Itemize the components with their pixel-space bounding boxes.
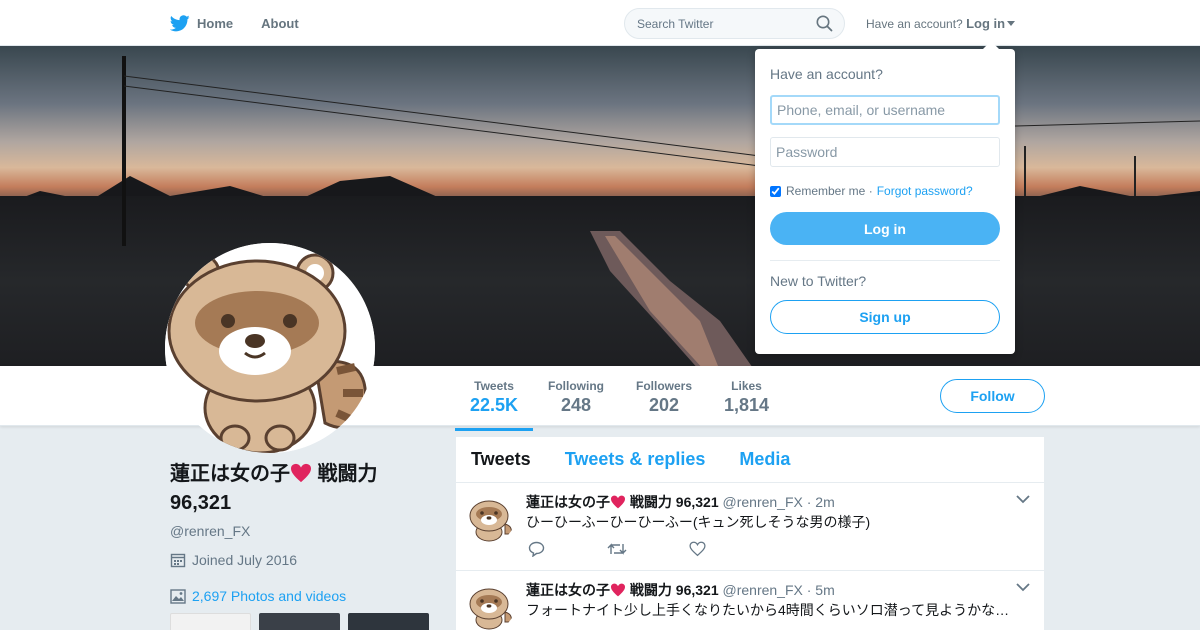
tweet-handle[interactable]: @renren_FX xyxy=(723,494,803,510)
caret-down-icon xyxy=(1007,21,1016,26)
photos-videos-link[interactable]: 2,697 Photos and videos xyxy=(192,588,346,604)
tweet-header: 蓮正は女の子 戦闘力 96,321 @renren_FX · 2m xyxy=(526,492,835,512)
tweet-fullname-text: 蓮正は女の子 xyxy=(526,494,610,510)
remember-me-label[interactable]: Remember me · xyxy=(786,184,873,198)
remember-me-checkbox[interactable] xyxy=(770,185,781,197)
stat-following-value: 248 xyxy=(560,395,592,415)
stat-likes-value: 1,814 xyxy=(724,395,770,415)
tab-tweets-replies[interactable]: Tweets & replies xyxy=(565,449,706,470)
twitter-bird-icon xyxy=(170,14,190,31)
tweet-fullname-suffix: 戦闘力 96,321 xyxy=(626,494,719,510)
profile-name-suffix: 戦闘力 xyxy=(312,463,378,485)
profile-name-text: 蓮正は女の子 xyxy=(170,463,290,485)
profile-joined-text: Joined July 2016 xyxy=(192,552,298,568)
tweet-actions xyxy=(528,541,768,557)
tweet-avatar[interactable] xyxy=(467,494,515,542)
tanuki-avatar-thumb xyxy=(467,494,515,542)
reply-icon[interactable] xyxy=(528,541,545,557)
search-icon[interactable] xyxy=(816,15,833,32)
stat-tweets-value: 22.5K xyxy=(470,395,519,415)
profile-name-line2: 96,321 xyxy=(170,492,232,514)
tweet-time[interactable]: · 2m xyxy=(807,494,835,510)
top-nav: Home About Have an account? Log in xyxy=(0,0,1200,46)
chevron-down-icon[interactable] xyxy=(1016,495,1030,504)
image-icon xyxy=(170,588,186,604)
nav-about-label: About xyxy=(261,15,299,31)
username-field[interactable] xyxy=(770,95,1000,125)
stat-followers-value: 202 xyxy=(648,395,680,415)
tweet-text: フォートナイト少し上手くなりたいから4時間くらいソロ潜って見ようかな… xyxy=(526,602,1010,618)
like-heart-icon[interactable] xyxy=(689,541,706,557)
photo-thumbnail[interactable] xyxy=(170,613,251,630)
nav-home-label: Home xyxy=(197,15,234,31)
tweet-handle[interactable]: @renren_FX xyxy=(723,582,803,598)
tweet-fullname[interactable]: 蓮正は女の子 戦闘力 96,321 xyxy=(526,494,719,510)
calendar-icon xyxy=(170,553,186,568)
tab-media[interactable]: Media xyxy=(739,449,790,470)
profile-screen-name[interactable]: @renren_FX xyxy=(170,523,430,539)
tweet-header: 蓮正は女の子 戦闘力 96,321 @renren_FX · 5m xyxy=(526,580,835,600)
login-toggle-label[interactable]: Log in xyxy=(966,16,1005,31)
profile-name: 蓮正は女の子 戦闘力 96,321 xyxy=(170,460,430,518)
signup-button[interactable]: Sign up xyxy=(770,300,1000,334)
tanuki-avatar-image xyxy=(165,243,375,453)
photo-thumbnail[interactable] xyxy=(348,613,429,630)
account-prompt: Have an account? xyxy=(866,17,963,31)
tab-tweets[interactable]: Tweets xyxy=(471,449,531,470)
heart-icon xyxy=(611,583,625,597)
tweet-item[interactable]: 蓮正は女の子 戦闘力 96,321 @renren_FX · 5m フォートナイ… xyxy=(456,571,1044,630)
password-field[interactable] xyxy=(770,137,1000,167)
photo-thumbnail[interactable] xyxy=(259,613,340,630)
tweet-item[interactable]: 蓮正は女の子 戦闘力 96,321 @renren_FX · 2m ひーひーふー… xyxy=(456,483,1044,571)
stat-followers-label: Followers xyxy=(636,379,693,393)
heart-icon xyxy=(611,495,625,509)
stat-following[interactable]: Following 248 xyxy=(548,379,604,416)
chevron-down-icon[interactable] xyxy=(1016,583,1030,592)
new-to-twitter-label: New to Twitter? xyxy=(770,273,867,289)
retweet-icon[interactable] xyxy=(607,541,627,557)
timeline: Tweets Tweets & replies Media 蓮正は女の子 戦闘力… xyxy=(456,437,1044,630)
nav-left: Home About xyxy=(170,0,327,46)
dropdown-divider xyxy=(770,260,1000,261)
photo-thumbnails xyxy=(170,613,437,630)
tweet-fullname-text: 蓮正は女の子 xyxy=(526,582,610,598)
tweet-text: ひーひーふーひーひーふー(キュン死しそうな男の様子) xyxy=(526,514,871,530)
remember-row: Remember me · Forgot password? xyxy=(770,184,973,198)
timeline-tabs: Tweets Tweets & replies Media xyxy=(456,437,1044,483)
search-input[interactable] xyxy=(624,8,845,39)
tweet-avatar[interactable] xyxy=(467,582,515,630)
profile-photos: 2,697 Photos and videos xyxy=(170,588,346,604)
nav-about[interactable]: About xyxy=(261,16,299,31)
stat-tweets[interactable]: Tweets 22.5K xyxy=(454,379,534,431)
nav-home[interactable]: Home xyxy=(170,14,234,32)
stat-following-label: Following xyxy=(548,379,604,393)
tweet-fullname[interactable]: 蓮正は女の子 戦闘力 96,321 xyxy=(526,582,719,598)
stat-followers[interactable]: Followers 202 xyxy=(636,379,692,416)
forgot-password-link[interactable]: Forgot password? xyxy=(877,184,973,198)
login-dropdown: Have an account? Remember me · Forgot pa… xyxy=(755,41,1015,354)
follow-button[interactable]: Follow xyxy=(940,379,1045,413)
heart-icon xyxy=(291,463,311,483)
tanuki-avatar-thumb xyxy=(467,582,515,630)
stat-tweets-label: Tweets xyxy=(474,379,514,393)
profile-joined: Joined July 2016 xyxy=(170,552,297,568)
tweet-fullname-suffix: 戦闘力 96,321 xyxy=(626,582,719,598)
login-button[interactable]: Log in xyxy=(770,212,1000,245)
tweet-time[interactable]: · 5m xyxy=(807,582,835,598)
profile-card: 蓮正は女の子 戦闘力 96,321 @renren_FX Joined July… xyxy=(170,460,430,630)
stat-likes[interactable]: Likes 1,814 xyxy=(724,379,769,416)
profile-avatar[interactable] xyxy=(165,243,375,453)
account-login-toggle[interactable]: Have an account? Log in xyxy=(866,16,1016,31)
stat-likes-label: Likes xyxy=(731,379,762,393)
dropdown-title: Have an account? xyxy=(770,66,883,82)
